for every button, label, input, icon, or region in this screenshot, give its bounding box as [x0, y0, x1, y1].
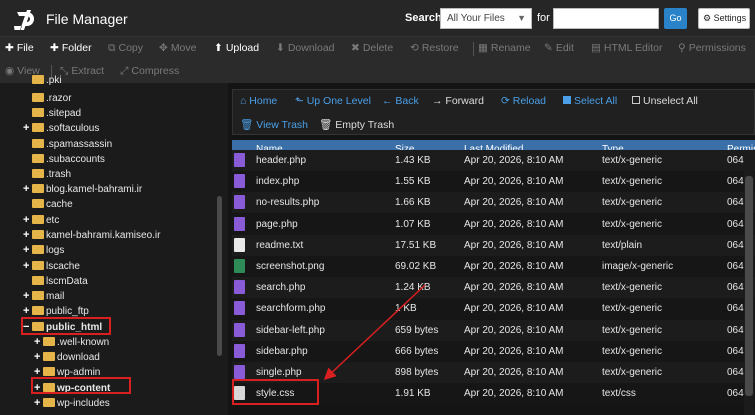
file-manager-app: File Manager Search All Your Files ▼ for… [0, 0, 755, 415]
annotation-arrow [323, 284, 426, 381]
